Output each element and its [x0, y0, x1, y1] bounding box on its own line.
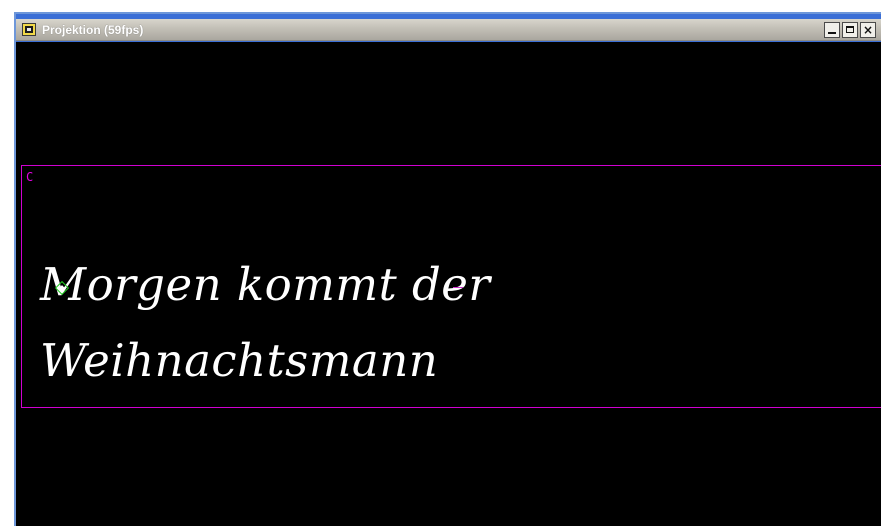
lyric-line-1: Morgen kommt der	[40, 258, 491, 311]
minimize-button[interactable]	[824, 22, 840, 38]
region-label: C	[26, 170, 34, 184]
text-region-frame[interactable]: C Morgen kommt der Weihnachtsmann	[21, 165, 881, 408]
maximize-button[interactable]	[842, 22, 858, 38]
window-title: Projektion (59fps)	[42, 23, 144, 37]
close-button[interactable]: ×	[860, 22, 876, 38]
screen: Projektion (59fps) × C Morgen kommt der …	[0, 0, 881, 526]
window-controls: ×	[824, 22, 876, 38]
projection-canvas: C Morgen kommt der Weihnachtsmann	[16, 42, 881, 526]
lyric-line-2: Weihnachtsmann	[40, 334, 439, 387]
title-bar[interactable]: Projektion (59fps) ×	[16, 19, 881, 41]
projector-app-icon[interactable]	[22, 23, 36, 36]
text-cursor-marker	[453, 287, 463, 288]
